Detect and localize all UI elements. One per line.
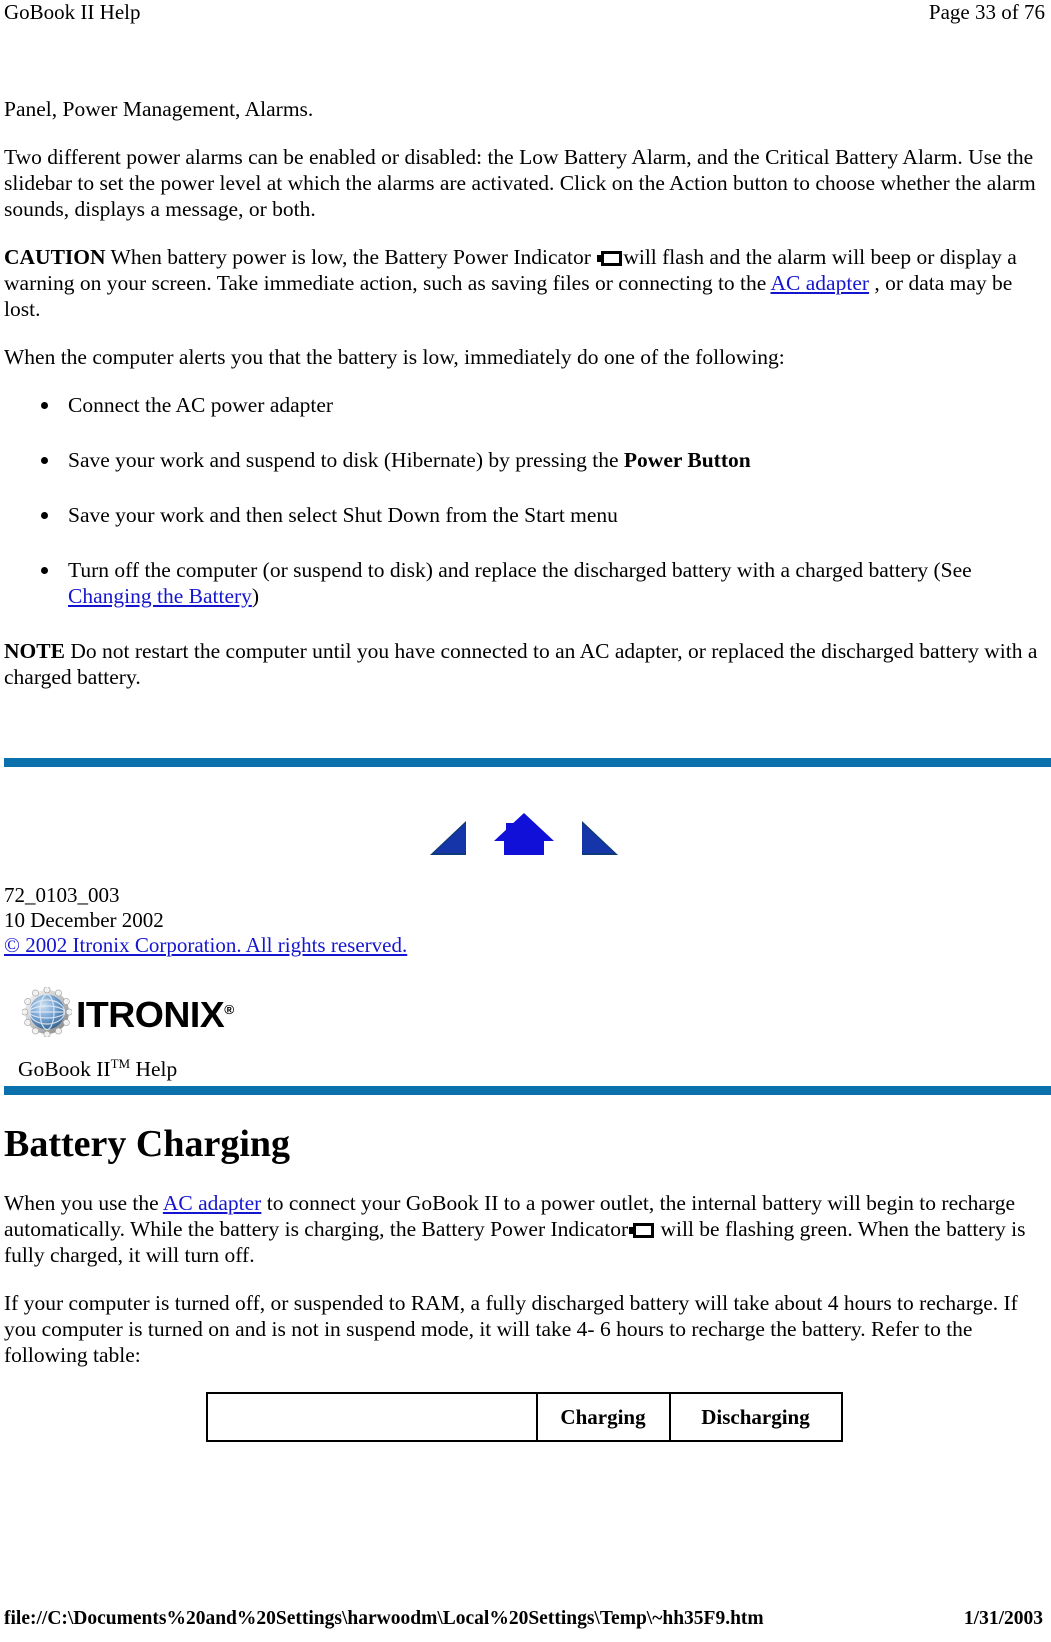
- list-item-label-post: ): [251, 584, 260, 608]
- product-brand-line: GoBook IITM Help: [4, 1051, 1044, 1082]
- page-title: Battery Charging: [4, 1123, 291, 1166]
- changing-the-battery-link[interactable]: Changing the Battery: [68, 584, 252, 608]
- charging-time-table: Charging Discharging: [205, 1392, 843, 1443]
- power-button-emphasis: Power Button: [623, 448, 751, 472]
- itronix-logo: ITRONIX®: [4, 984, 1044, 1040]
- back-arrow-icon[interactable]: [428, 819, 468, 857]
- document-meta: 72_0103_003 10 December 2002 © 2002 Itro…: [4, 883, 1044, 958]
- table-header-discharging: Discharging: [668, 1392, 843, 1443]
- list-item-label: Save your work and suspend to disk (Hibe…: [68, 448, 624, 472]
- home-icon[interactable]: [492, 811, 556, 857]
- note-label: NOTE: [4, 639, 65, 663]
- list-item: Connect the AC power adapter: [4, 392, 1044, 418]
- paragraph-power-alarms: Two different power alarms can be enable…: [4, 145, 1036, 221]
- section-divider-top: [4, 758, 1051, 767]
- paragraph-charging-1: When you use the AC adapter to connect y…: [4, 1190, 1044, 1268]
- page-number-label: Page 33 of 76: [928, 0, 1045, 24]
- document-content: Panel, Power Management, Alarms. Two dif…: [4, 96, 1051, 1443]
- charging-table-wrap: Charging Discharging: [4, 1392, 1044, 1443]
- low-battery-action-list: Connect the AC power adapter Save your w…: [4, 392, 1044, 609]
- trademark-mark: TM: [110, 1056, 131, 1071]
- table-row: Charging Discharging: [205, 1392, 843, 1443]
- browser-footer: file://C:\Documents%20and%20Settings\har…: [0, 1600, 1051, 1642]
- document-number: 72_0103_003: [4, 883, 120, 907]
- print-date-label: 1/31/2003: [963, 1608, 1043, 1629]
- caution-label: CAUTION: [4, 245, 106, 269]
- list-item-label: Connect the AC power adapter: [68, 393, 334, 417]
- ac-adapter-link-2[interactable]: AC adapter: [163, 1191, 262, 1215]
- battery-power-indicator-icon: [597, 251, 623, 266]
- table-header-charging: Charging: [535, 1392, 671, 1443]
- paragraph-note: NOTE Do not restart the computer until y…: [4, 638, 1044, 690]
- product-suffix: Help: [130, 1057, 178, 1082]
- list-item: Save your work and then select Shut Down…: [4, 502, 1044, 528]
- file-path-label: file://C:\Documents%20and%20Settings\har…: [4, 1608, 764, 1629]
- paragraph-alert-intro: When the computer alerts you that the ba…: [4, 345, 785, 369]
- charging-text-pre: When you use the: [4, 1191, 163, 1216]
- list-item: Save your work and suspend to disk (Hibe…: [4, 447, 1044, 473]
- paragraph-charging-2: If your computer is turned off, or suspe…: [4, 1291, 1018, 1368]
- paragraph-caution: CAUTION When battery power is low, the B…: [4, 244, 1044, 322]
- list-item: Turn off the computer (or suspend to dis…: [4, 557, 1044, 609]
- help-navigation-bar: [4, 805, 1044, 857]
- page-header: GoBook II Help Page 33 of 76: [0, 0, 1051, 34]
- help-title: GoBook II Help: [4, 0, 141, 24]
- document-date: 10 December 2002: [4, 908, 164, 932]
- table-header-blank: [205, 1392, 538, 1443]
- battery-power-indicator-icon-2: [629, 1223, 655, 1239]
- itronix-wordmark: ITRONIX®: [76, 993, 234, 1035]
- section-divider-bottom: [4, 1086, 1051, 1096]
- caution-text-1: When battery power is low, the Battery P…: [105, 245, 597, 269]
- paragraph-panel: Panel, Power Management, Alarms.: [4, 97, 314, 121]
- globe-icon: [22, 987, 72, 1037]
- list-item-label: Save your work and then select Shut Down…: [68, 503, 618, 527]
- ac-adapter-link[interactable]: AC adapter: [771, 271, 870, 295]
- note-text: Do not restart the computer until you ha…: [4, 639, 1038, 689]
- forward-arrow-icon[interactable]: [580, 819, 620, 857]
- copyright-link[interactable]: © 2002 Itronix Corporation. All rights r…: [4, 933, 1044, 958]
- registered-mark: ®: [224, 1001, 234, 1017]
- list-item-label: Turn off the computer (or suspend to dis…: [68, 558, 972, 582]
- product-name: GoBook II: [18, 1057, 111, 1082]
